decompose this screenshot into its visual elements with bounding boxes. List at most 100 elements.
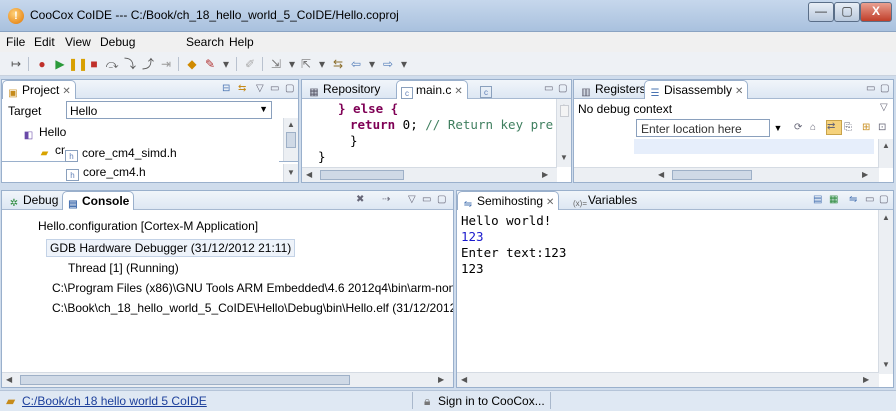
tab-registers[interactable]: ▥ Registers xyxy=(576,80,650,99)
link-source-icon[interactable]: ⇄ xyxy=(826,120,842,135)
prev-annotation-icon[interactable]: ⇱ xyxy=(298,56,314,72)
tab-disassembly[interactable]: ☰ Disassembly ✕ xyxy=(644,80,749,99)
copy-icon[interactable]: ⎘ xyxy=(844,122,852,133)
scroll-up-icon[interactable]: ▲ xyxy=(882,213,890,222)
code-line-2[interactable]: return 0; // Return key pre xyxy=(350,117,553,132)
semihosting-vertical-scrollbar[interactable]: ▲ ▼ xyxy=(878,210,893,374)
debug-icon[interactable]: ● xyxy=(34,56,50,72)
tab-repository[interactable]: ▦ Repository xyxy=(304,80,384,99)
tree-item-hello[interactable]: ◧ Hello xyxy=(22,125,67,142)
close-button[interactable]: X xyxy=(860,2,892,22)
scroll-left-icon[interactable]: ◀ xyxy=(306,170,312,179)
clear-console-icon[interactable]: ▤ xyxy=(813,194,822,205)
minimize-view-icon[interactable]: ▭ xyxy=(866,83,875,94)
forward-icon[interactable]: ⇨ xyxy=(380,56,396,72)
maximize-view-icon[interactable]: ▢ xyxy=(879,194,888,205)
scroll-right-icon[interactable]: ▶ xyxy=(438,375,444,384)
scroll-left-icon[interactable]: ◀ xyxy=(658,170,664,179)
scroll-up-icon[interactable]: ▲ xyxy=(287,120,295,129)
step-over-icon[interactable]: ⤼ xyxy=(104,56,120,72)
menu-view[interactable]: View xyxy=(65,35,91,49)
menu-search[interactable]: Search xyxy=(186,35,224,49)
pin-icon[interactable]: ⊡ xyxy=(878,122,886,133)
disassembly-vertical-scrollbar[interactable]: ▲ xyxy=(878,139,893,168)
project-vertical-scrollbar-end[interactable]: ▼ xyxy=(283,164,298,182)
build-icon[interactable]: ◆ xyxy=(184,56,200,72)
scroll-up-icon[interactable]: ▲ xyxy=(882,141,890,150)
maximize-button[interactable]: ▢ xyxy=(834,2,860,22)
close-tab-icon[interactable]: ✕ xyxy=(546,197,554,208)
dropdown-arrow-icon[interactable]: ▾ xyxy=(396,56,412,72)
back-icon[interactable]: ⇦ xyxy=(348,56,364,72)
scroll-down-icon[interactable]: ▼ xyxy=(560,153,568,162)
step-into-line-icon[interactable]: ⤵ xyxy=(122,56,138,72)
terminate-icon[interactable]: ■ xyxy=(86,56,102,72)
minimize-view-icon[interactable]: ▭ xyxy=(422,194,431,205)
scroll-left-icon[interactable]: ◀ xyxy=(6,375,12,384)
menu-edit[interactable]: Edit xyxy=(34,35,55,49)
minimize-view-icon[interactable]: ▭ xyxy=(544,83,553,94)
view-menu-icon[interactable]: ▽ xyxy=(880,102,888,113)
workspace-path-link[interactable]: C:/Book/ch 18 hello world 5 CoIDE xyxy=(22,394,207,408)
tab-main-c[interactable]: c main.c ✕ xyxy=(396,80,468,99)
view-menu-icon[interactable]: ▽ xyxy=(408,194,416,205)
debug-launch-config[interactable]: Hello.configuration [Cortex-M Applicatio… xyxy=(38,219,258,233)
close-tab-icon[interactable]: ✕ xyxy=(454,86,462,97)
step-into-icon[interactable]: ↦ xyxy=(8,56,24,72)
debug-thread-item[interactable]: Thread [1] (Running) xyxy=(68,261,179,275)
menu-help[interactable]: Help xyxy=(229,35,254,49)
location-dropdown-icon[interactable]: ▼ xyxy=(770,119,786,137)
scroll-left-icon[interactable]: ◀ xyxy=(461,375,467,384)
remove-terminated-icon[interactable]: ✖ xyxy=(356,194,364,205)
target-select[interactable]: Hello ▼ xyxy=(66,101,272,119)
scroll-right-icon[interactable]: ▶ xyxy=(862,170,868,179)
close-tab-icon[interactable]: ✕ xyxy=(62,86,70,97)
tab-console[interactable]: ▤ Console xyxy=(62,191,135,210)
dropdown-arrow-icon[interactable]: ▾ xyxy=(364,56,380,72)
minimize-button[interactable]: — xyxy=(808,2,834,22)
tree-item-core-cm4-simd-row[interactable]: h core_cm4_simd.h xyxy=(65,146,177,162)
erase-icon[interactable]: ✐ xyxy=(242,56,258,72)
debug-gdb-process[interactable]: C:\Program Files (x86)\GNU Tools ARM Emb… xyxy=(52,281,453,295)
dropdown-arrow-icon[interactable]: ▾ xyxy=(314,56,330,72)
resume-icon[interactable]: ▶ xyxy=(52,56,68,72)
scroll-right-icon[interactable]: ▶ xyxy=(542,170,548,179)
next-annotation-icon[interactable]: ⇲ xyxy=(268,56,284,72)
maximize-view-icon[interactable]: ▢ xyxy=(437,194,446,205)
maximize-view-icon[interactable]: ▢ xyxy=(880,83,889,94)
new-view-icon[interactable]: ⊞ xyxy=(862,122,870,133)
step-return-icon[interactable]: ⤴ xyxy=(140,56,156,72)
menu-debug[interactable]: Debug xyxy=(100,35,135,49)
refresh-icon[interactable]: ⟳ xyxy=(794,122,802,133)
debug-gdb-session[interactable]: GDB Hardware Debugger (31/12/2012 21:11) xyxy=(46,239,296,257)
editor-horizontal-scrollbar[interactable]: ◀ ▶ xyxy=(302,167,557,182)
download-icon[interactable]: ✎ xyxy=(202,56,218,72)
scroll-down-icon[interactable]: ▼ xyxy=(882,360,890,369)
code-line-1[interactable]: } else { xyxy=(338,101,398,116)
code-line-3[interactable]: } xyxy=(350,133,358,148)
tab-variables[interactable]: (x)=Variables xyxy=(569,191,641,210)
location-input[interactable]: Enter location here xyxy=(636,119,770,137)
menu-file[interactable]: File xyxy=(6,35,25,49)
disassembly-horizontal-scrollbar[interactable]: ◀ ▶ xyxy=(574,167,879,182)
last-edit-location-icon[interactable]: ⇆ xyxy=(330,56,346,72)
scroll-thumb[interactable] xyxy=(20,375,350,385)
close-tab-icon[interactable]: ✕ xyxy=(735,86,743,97)
tab-project[interactable]: ▣ Project ✕ xyxy=(2,80,76,99)
tree-item-core-cm4[interactable]: h core_cm4.h xyxy=(66,165,146,181)
step-filter-icon[interactable]: ⇢ xyxy=(382,194,390,205)
minimize-view-icon[interactable]: ▭ xyxy=(865,194,874,205)
scroll-right-icon[interactable]: ▶ xyxy=(863,375,869,384)
link-editor-icon[interactable]: ⇆ xyxy=(238,83,246,94)
collapse-all-icon[interactable]: ⊟ xyxy=(222,83,230,94)
dropdown-arrow-icon[interactable]: ▾ xyxy=(218,56,234,72)
tab-c-file[interactable]: c xyxy=(476,80,496,99)
scroll-down-icon[interactable]: ▼ xyxy=(287,168,295,177)
tab-semihosting[interactable]: ⇋ Semihosting ✕ xyxy=(457,191,560,210)
semihosting-horizontal-scrollbar[interactable]: ◀ ▶ xyxy=(457,372,879,387)
suspend-icon[interactable]: ❚❚ xyxy=(68,56,88,72)
scroll-lock-icon[interactable]: ▦ xyxy=(829,194,838,205)
view-menu-icon[interactable]: ▽ xyxy=(256,83,264,94)
sign-in-link[interactable]: Sign in to CooCox... xyxy=(438,394,545,408)
debug-horizontal-scrollbar[interactable]: ◀ ▶ xyxy=(2,372,453,387)
